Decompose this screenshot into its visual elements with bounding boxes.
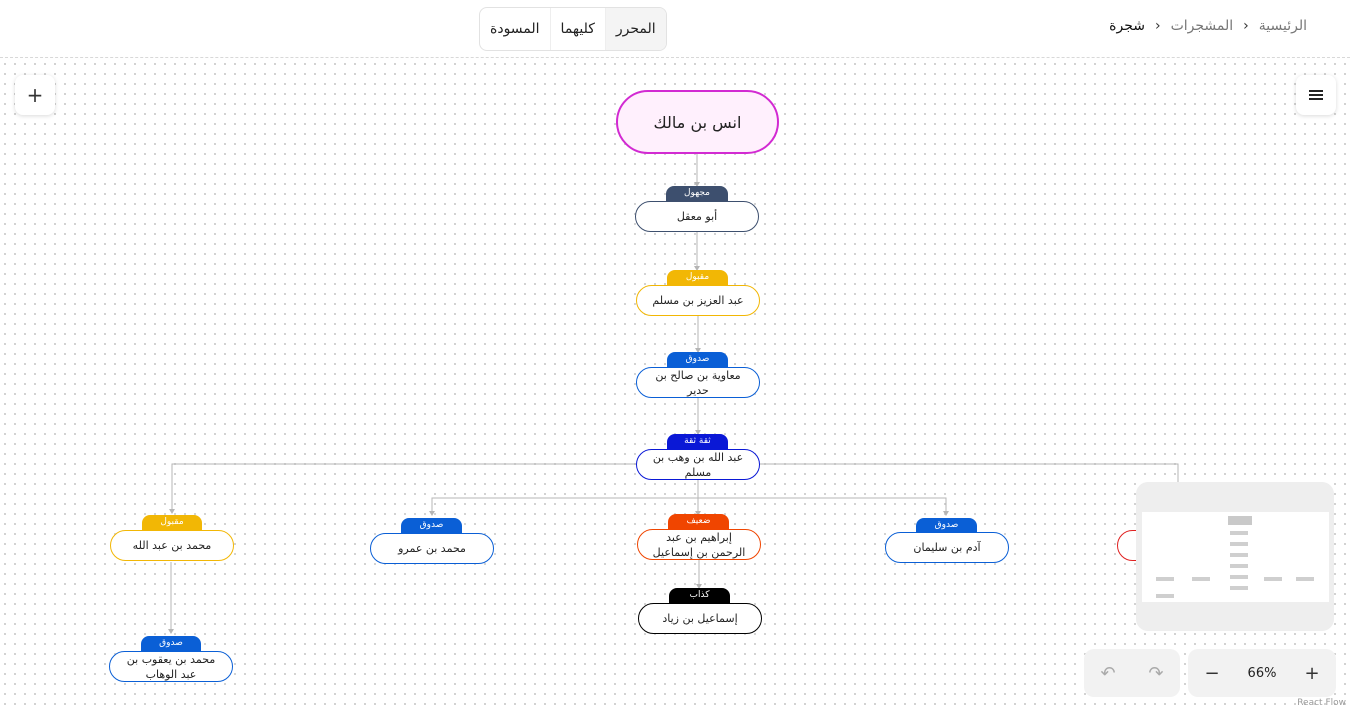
- chevron-left-icon: ‹: [1243, 18, 1249, 34]
- grade-badge: ثقة ثقة: [667, 434, 728, 449]
- minimap-node: [1156, 577, 1174, 581]
- minimap-node: [1230, 542, 1248, 546]
- breadcrumb: الرئيسية ‹ المشجرات ‹ شجرة: [1109, 18, 1307, 34]
- minimap-node: [1230, 575, 1248, 579]
- grade-badge: صدوق: [667, 352, 728, 367]
- grade-badge: صدوق: [141, 636, 201, 651]
- minimap-node: [1296, 577, 1314, 581]
- react-flow-attribution[interactable]: React Flow: [1297, 698, 1346, 708]
- narrator-node[interactable]: محمد بن عمرو: [370, 533, 494, 564]
- grade-badge: ضعيف: [668, 514, 729, 529]
- minimap-node: [1230, 586, 1248, 590]
- minimap-node: [1230, 531, 1248, 535]
- plus-icon: +: [26, 83, 44, 107]
- grade-badge: مقبول: [667, 270, 728, 285]
- breadcrumb-trees[interactable]: المشجرات: [1171, 18, 1234, 34]
- root-node[interactable]: انس بن مالك: [616, 90, 779, 154]
- minimap-node: [1230, 564, 1248, 568]
- hamburger-menu-icon: [1309, 90, 1323, 100]
- redo-button[interactable]: ↷: [1132, 663, 1180, 684]
- minimap-node: [1228, 516, 1252, 525]
- narrator-node[interactable]: محمد بن عبد الله: [110, 530, 234, 561]
- view-tabs: المسودة كليهما المحرر: [479, 7, 667, 51]
- zoom-level: 66%: [1247, 665, 1277, 681]
- narrator-node[interactable]: إبراهيم بن عبد الرحمن بن إسماعيل: [637, 529, 761, 560]
- narrator-node[interactable]: آدم بن سليمان: [885, 532, 1009, 563]
- zoom-controls: − 66% +: [1188, 649, 1336, 697]
- minimap-node: [1230, 553, 1248, 557]
- minimap-node: [1192, 577, 1210, 581]
- zoom-in-button[interactable]: +: [1288, 663, 1336, 684]
- breadcrumb-home[interactable]: الرئيسية: [1259, 18, 1307, 34]
- history-controls: ↶ ↷: [1084, 649, 1180, 697]
- top-bar: الرئيسية ‹ المشجرات ‹ شجرة المسودة كليهم…: [0, 0, 1350, 58]
- narrator-node[interactable]: معاوية بن صالح بن حدير: [636, 367, 760, 398]
- narrator-node[interactable]: عبد العزيز بن مسلم: [636, 285, 760, 316]
- grade-badge: صدوق: [916, 518, 977, 533]
- plus-icon: +: [1304, 662, 1320, 684]
- add-node-button[interactable]: +: [15, 75, 55, 115]
- minus-icon: −: [1204, 662, 1220, 684]
- menu-button[interactable]: [1296, 75, 1336, 115]
- chevron-left-icon: ‹: [1154, 18, 1161, 34]
- narrator-node[interactable]: إسماعيل بن زياد: [638, 603, 762, 634]
- redo-icon: ↷: [1148, 662, 1164, 684]
- grade-badge: مقبول: [142, 515, 202, 530]
- narrator-node[interactable]: أبو معقل: [635, 201, 759, 232]
- undo-icon: ↶: [1100, 662, 1116, 684]
- breadcrumb-current: شجرة: [1109, 18, 1145, 34]
- grade-badge: كذاب: [669, 588, 730, 603]
- minimap-node: [1264, 577, 1282, 581]
- narrator-node[interactable]: عبد الله بن وهب بن مسلم: [636, 449, 760, 480]
- minimap[interactable]: [1136, 482, 1334, 631]
- tab-editor[interactable]: المحرر: [605, 8, 666, 50]
- narrator-node[interactable]: محمد بن يعقوب بن عبد الوهاب: [109, 651, 233, 682]
- zoom-out-button[interactable]: −: [1188, 663, 1236, 684]
- minimap-node: [1156, 594, 1174, 598]
- undo-button[interactable]: ↶: [1084, 663, 1132, 684]
- tab-draft[interactable]: المسودة: [480, 8, 551, 50]
- grade-badge: صدوق: [401, 518, 462, 533]
- grade-badge: مجهول: [666, 186, 728, 201]
- tab-both[interactable]: كليهما: [551, 8, 606, 50]
